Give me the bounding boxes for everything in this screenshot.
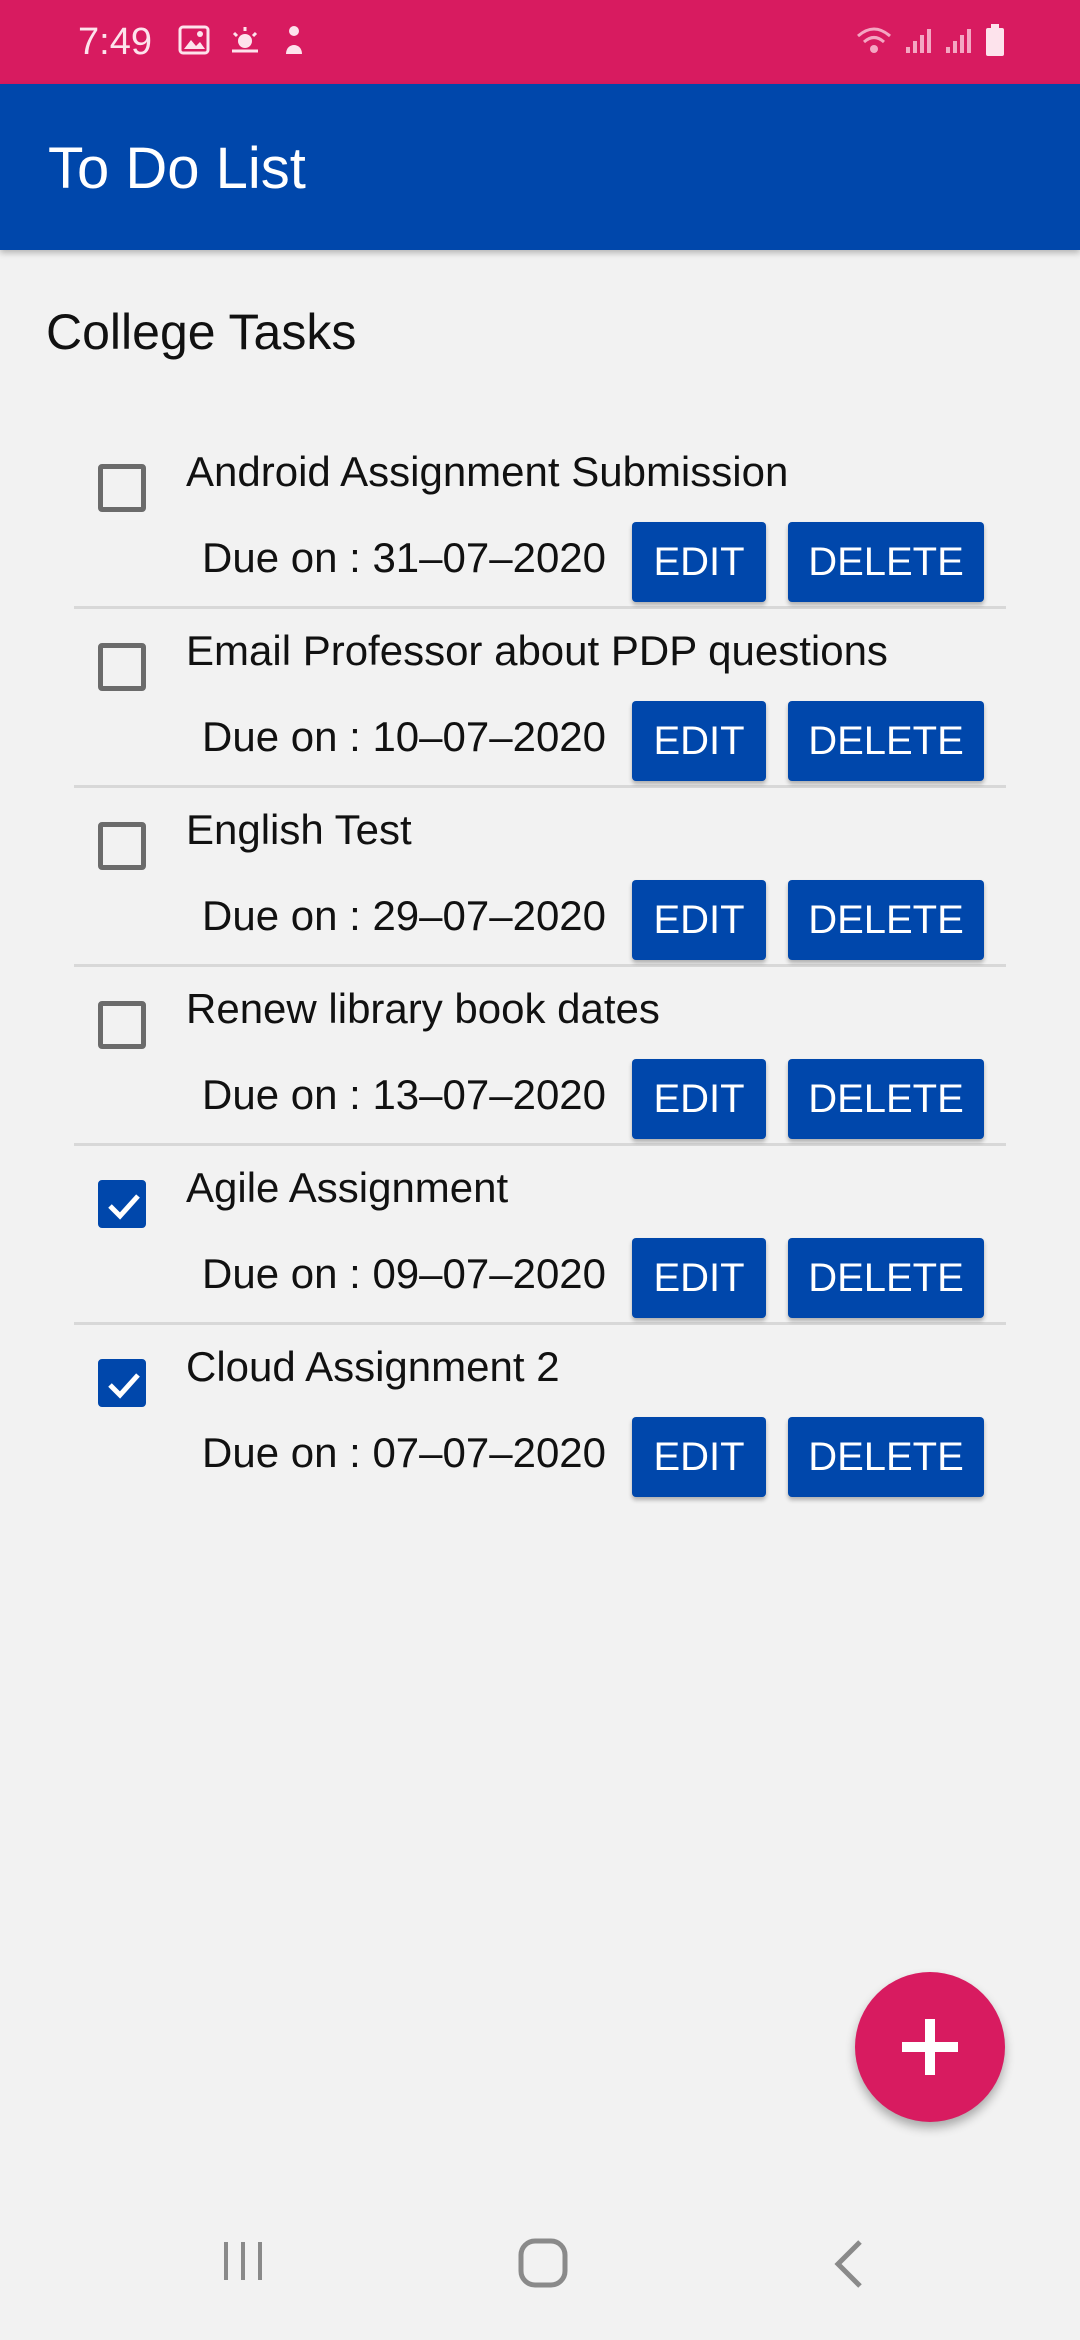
section-title: College Tasks xyxy=(46,304,357,360)
edit-task-button[interactable]: EDIT xyxy=(632,1417,766,1497)
app-bar: To Do List xyxy=(0,84,1080,250)
task-row: Email Professor about PDP questions Due o… xyxy=(74,609,1006,788)
task-due-date: Due on : 09–07–2020 xyxy=(202,1250,607,1297)
signal-icon xyxy=(904,25,934,60)
task-list: Android Assignment Submission Due on : 31… xyxy=(74,430,1006,1501)
edit-task-button[interactable]: EDIT xyxy=(632,1059,766,1139)
task-checkbox[interactable] xyxy=(98,1359,146,1407)
task-checkbox[interactable] xyxy=(98,464,146,512)
edit-task-button[interactable]: EDIT xyxy=(632,1238,766,1318)
battery-icon xyxy=(984,23,1006,62)
task-title: Android Assignment Submission xyxy=(186,448,789,495)
status-icons-left xyxy=(178,24,308,60)
task-checkbox[interactable] xyxy=(98,822,146,870)
home-icon[interactable] xyxy=(516,2236,572,2297)
task-row: Agile Assignment Due on : 09–07–2020 EDIT D… xyxy=(74,1146,1006,1325)
delete-task-button[interactable]: DELETE xyxy=(788,880,984,960)
add-task-button[interactable] xyxy=(855,1972,1005,2122)
task-row: Android Assignment Submission Due on : 31… xyxy=(74,430,1006,609)
task-due-date: Due on : 10–07–2020 xyxy=(202,713,607,760)
task-title: Renew library book dates xyxy=(186,985,660,1032)
delete-task-button[interactable]: DELETE xyxy=(788,522,984,602)
app-title: To Do List xyxy=(48,136,306,201)
task-checkbox[interactable] xyxy=(98,1180,146,1228)
wifi-icon xyxy=(854,24,894,61)
task-row: Renew library book dates Due on : 13–07–2… xyxy=(74,967,1006,1146)
task-title: Cloud Assignment 2 xyxy=(186,1343,560,1390)
edit-task-button[interactable]: EDIT xyxy=(632,880,766,960)
task-row: Cloud Assignment 2 Due on : 07–07–2020 EDI… xyxy=(74,1325,1006,1501)
task-due-date: Due on : 31–07–2020 xyxy=(202,534,607,581)
task-checkbox[interactable] xyxy=(98,643,146,691)
status-bar: 7:49 xyxy=(0,0,1080,84)
task-title: Email Professor about PDP questions xyxy=(186,627,888,674)
delete-task-button[interactable]: DELETE xyxy=(788,1417,984,1497)
notification-icon xyxy=(280,24,308,61)
recents-icon[interactable] xyxy=(218,2236,268,2291)
navigation-bar xyxy=(0,2196,1080,2340)
signal-icon xyxy=(944,25,974,60)
task-row: English Test Due on : 29–07–2020 EDIT DELET… xyxy=(74,788,1006,967)
weather-icon xyxy=(228,25,262,60)
task-checkbox[interactable] xyxy=(98,1001,146,1049)
edit-task-button[interactable]: EDIT xyxy=(632,522,766,602)
task-due-date: Due on : 07–07–2020 xyxy=(202,1429,607,1476)
task-title: English Test xyxy=(186,806,412,853)
delete-task-button[interactable]: DELETE xyxy=(788,1059,984,1139)
edit-task-button[interactable]: EDIT xyxy=(632,701,766,781)
back-icon[interactable] xyxy=(826,2236,876,2297)
status-time: 7:49 xyxy=(78,21,152,63)
delete-task-button[interactable]: DELETE xyxy=(788,1238,984,1318)
delete-task-button[interactable]: DELETE xyxy=(788,701,984,781)
task-due-date: Due on : 13–07–2020 xyxy=(202,1071,607,1118)
task-due-date: Due on : 29–07–2020 xyxy=(202,892,607,939)
status-icons-right xyxy=(854,23,1006,62)
image-icon xyxy=(178,25,210,60)
task-title: Agile Assignment xyxy=(186,1164,509,1211)
